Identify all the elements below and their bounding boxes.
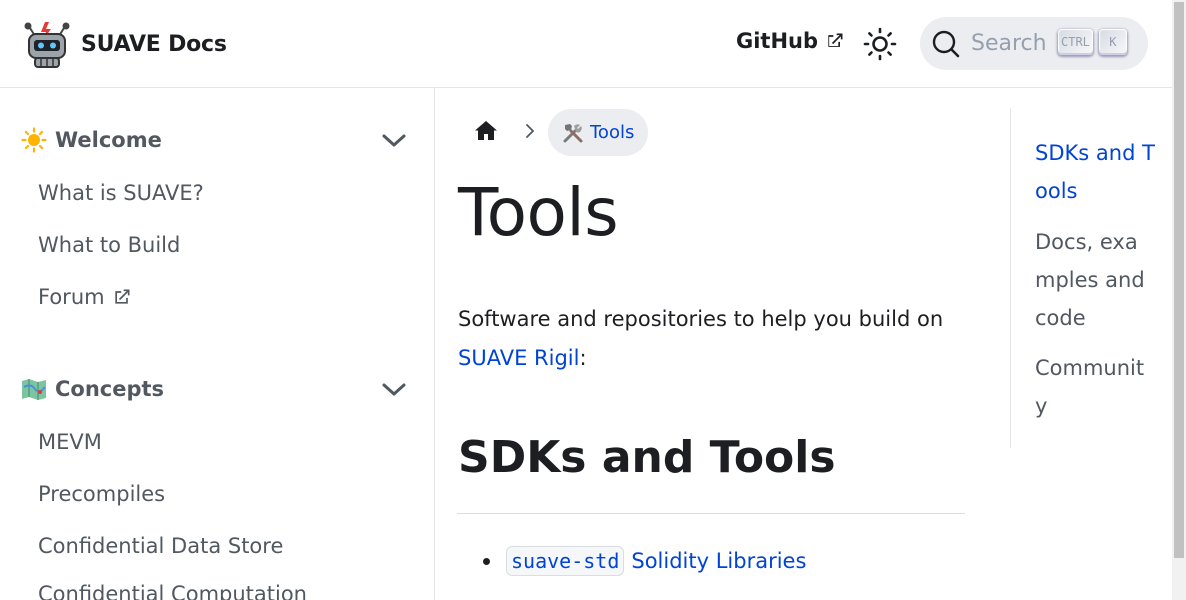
breadcrumb-current-label: Tools [590, 122, 635, 143]
page-scrollbar[interactable] [1172, 0, 1186, 600]
sidebar-item-what-to-build[interactable]: What to Build [38, 233, 180, 257]
kbd-k: K [1098, 29, 1127, 55]
sun-emoji-icon [20, 126, 48, 154]
sidebar-category-welcome[interactable]: Welcome [20, 120, 420, 160]
map-emoji-icon [20, 375, 48, 403]
github-link-label: GitHub [736, 29, 819, 53]
sidebar-item-confidential-computation[interactable]: Confidential Computation [38, 582, 307, 600]
page-title: Tools [458, 174, 619, 251]
brand-title: SUAVE Docs [81, 31, 227, 57]
sidebar-item-label: Forum [38, 285, 105, 309]
intro-text: Software and repositories to help you bu… [458, 307, 944, 331]
github-link[interactable]: GitHub [736, 29, 845, 53]
sun-icon [863, 27, 897, 61]
table-of-contents: SDKs and Tools Docs, examples and code C… [1010, 108, 1170, 448]
kbd-ctrl: CTRL [1058, 29, 1093, 55]
search-label: Search [971, 31, 1047, 56]
sidebar-item-label: What to Build [38, 233, 181, 257]
tools-emoji-icon [562, 122, 584, 144]
list-link-label: Solidity Libraries [631, 549, 807, 573]
divider [457, 513, 965, 514]
theme-toggle-button[interactable] [862, 26, 898, 62]
suave-rigil-link[interactable]: SUAVE Rigil [458, 346, 579, 370]
sidebar-item-confidential-data-store[interactable]: Confidential Data Store [38, 534, 283, 558]
sidebar-category-concepts[interactable]: Concepts [20, 369, 420, 409]
section-heading-sdks-and-tools: SDKs and Tools [458, 432, 836, 483]
sidebar-item-label: Confidential Computation [38, 582, 307, 600]
breadcrumb-current: Tools [548, 109, 649, 156]
toc-item-community[interactable]: Community [1035, 349, 1155, 425]
inline-code: suave-std [506, 546, 625, 576]
home-icon[interactable] [473, 118, 499, 144]
sidebar-item-label: What is SUAVE? [38, 181, 204, 205]
search-icon [932, 30, 960, 57]
search-button[interactable]: Search CTRL K [920, 17, 1148, 70]
sidebar-category-label: Welcome [55, 128, 162, 152]
sidebar-item-label: Confidential Data Store [38, 534, 284, 558]
external-link-icon [828, 33, 843, 47]
sidebar-item-label: Precompiles [38, 482, 166, 506]
external-link-icon [114, 289, 130, 304]
list-item: suave-std Solidity Libraries [458, 546, 806, 576]
sidebar: Welcome What is SUAVE? What to Build For… [0, 88, 435, 600]
bullet [483, 557, 490, 565]
intro-paragraph: Software and repositories to help you bu… [458, 300, 968, 378]
scrollbar-thumb[interactable] [1174, 2, 1184, 558]
chevron-right-icon [526, 124, 534, 138]
navbar: SUAVE Docs GitHub Search CTRL K [0, 0, 1172, 88]
suave-std-link[interactable]: suave-std Solidity Libraries [506, 546, 806, 576]
main-content: Tools Tools Software and repositories to… [435, 88, 1010, 600]
sidebar-item-mevm[interactable]: MEVM [38, 430, 102, 454]
toc-item-sdks-and-tools[interactable]: SDKs and Tools [1035, 134, 1155, 210]
sidebar-category-label: Concepts [55, 377, 165, 401]
robot-logo-icon [24, 20, 70, 68]
intro-suffix: : [579, 346, 587, 370]
search-shortcut: CTRL K [1058, 29, 1127, 55]
chevron-down-icon[interactable] [380, 375, 408, 403]
sidebar-item-what-is-suave[interactable]: What is SUAVE? [38, 181, 204, 205]
brand-link[interactable]: SUAVE Docs [24, 20, 227, 68]
toc-item-docs-examples-code[interactable]: Docs, examples and code [1035, 223, 1155, 337]
chevron-down-icon[interactable] [380, 126, 408, 154]
sidebar-item-label: MEVM [38, 430, 102, 454]
sidebar-item-precompiles[interactable]: Precompiles [38, 482, 165, 506]
sidebar-item-forum[interactable]: Forum [38, 285, 132, 309]
